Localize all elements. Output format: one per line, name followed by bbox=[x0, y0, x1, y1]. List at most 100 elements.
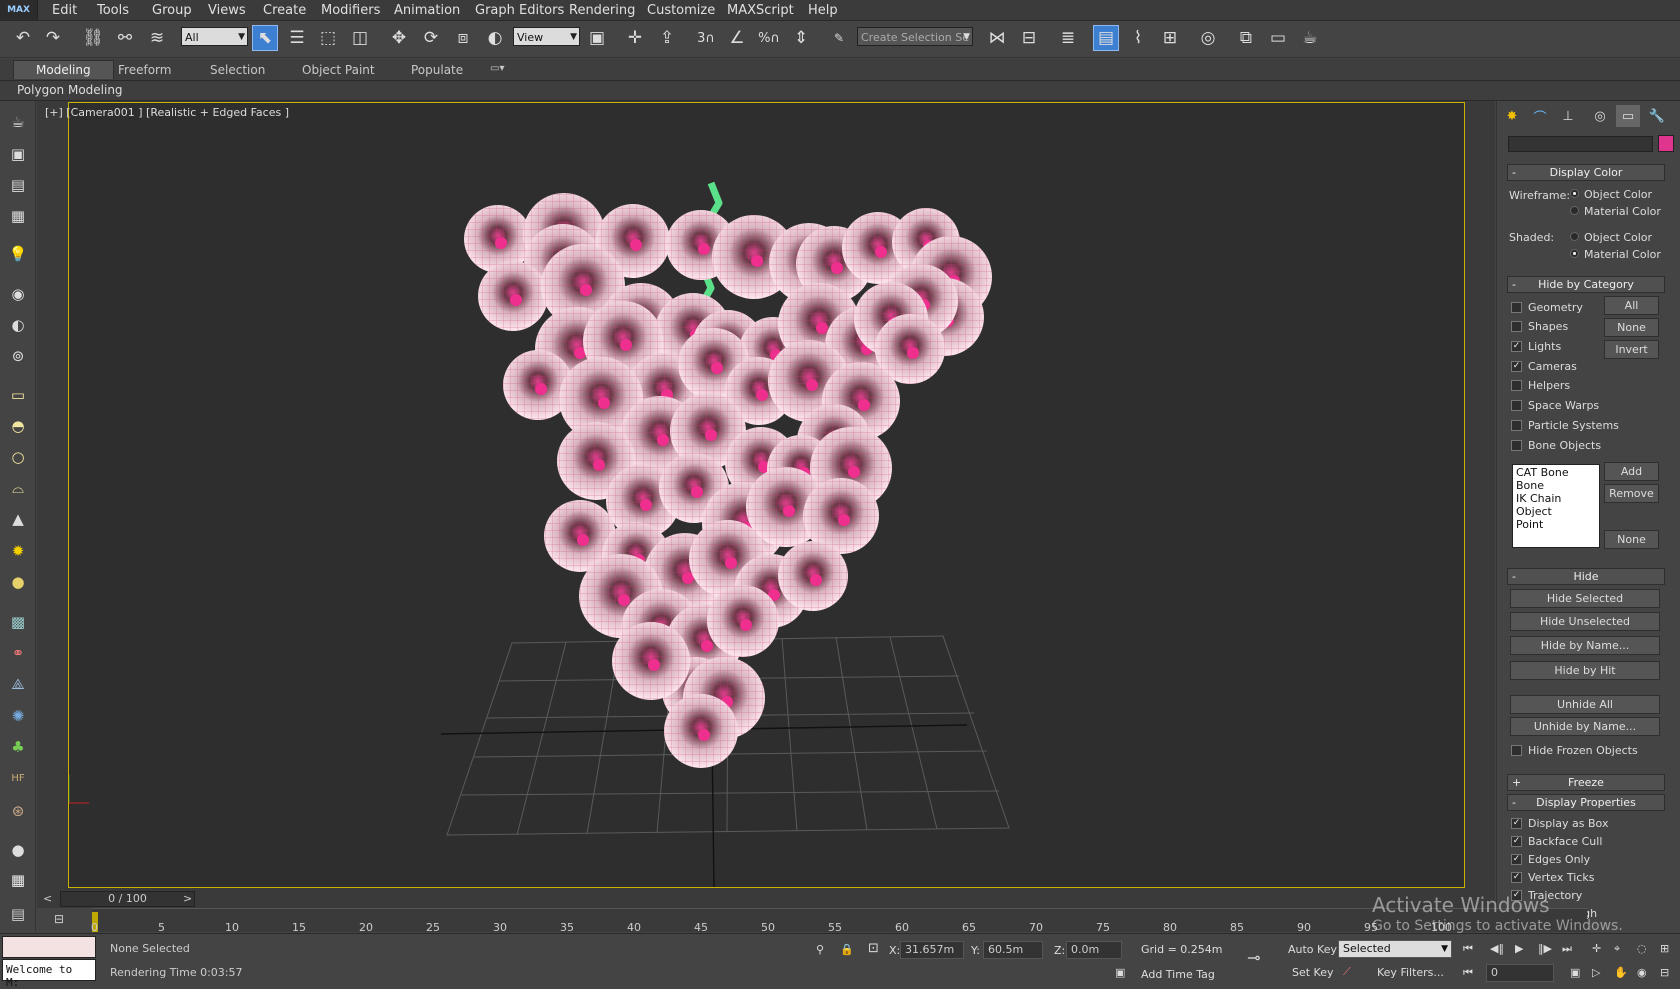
play-icon[interactable]: ▶ bbox=[1515, 942, 1523, 955]
current-frame-field[interactable]: 0 bbox=[1486, 964, 1554, 982]
go-to-start-icon[interactable]: ⏮ bbox=[1463, 942, 1473, 956]
category-checkbox-space-warps[interactable] bbox=[1511, 400, 1522, 411]
list-item[interactable]: IK Chain Object bbox=[1516, 492, 1596, 518]
grass-icon[interactable]: ♣ bbox=[7, 736, 29, 758]
grape[interactable] bbox=[478, 261, 548, 331]
render-production-icon[interactable]: ☕ bbox=[1297, 25, 1323, 51]
ball-icon[interactable]: ● bbox=[7, 571, 29, 593]
property-checkbox-backface-cull[interactable]: ✓ bbox=[1511, 836, 1522, 847]
render-setup-icon[interactable]: ⧉ bbox=[1233, 25, 1259, 51]
selection-filter-dropdown[interactable]: All ▼ bbox=[181, 27, 248, 46]
select-manipulate-icon[interactable]: ✛ bbox=[622, 25, 648, 51]
menu-modifiers[interactable]: Modifiers bbox=[321, 3, 380, 18]
menu-edit[interactable]: Edit bbox=[52, 3, 77, 18]
app-logo[interactable]: MAX bbox=[0, 0, 38, 20]
white-sphere-icon[interactable]: ● bbox=[7, 839, 29, 861]
redo-icon[interactable]: ↷ bbox=[40, 25, 66, 51]
category-checkbox-cameras[interactable]: ✓ bbox=[1511, 361, 1522, 372]
light-bulb-icon[interactable]: 💡 bbox=[7, 243, 29, 265]
category-checkbox-bone-objects[interactable] bbox=[1511, 440, 1522, 451]
grape[interactable] bbox=[664, 694, 738, 768]
globe-icon[interactable]: ✺ bbox=[7, 705, 29, 727]
select-object-icon[interactable]: ⬉ bbox=[252, 25, 278, 51]
unhide-by-name-button[interactable]: Unhide by Name... bbox=[1510, 717, 1660, 736]
modify-tab-icon[interactable]: ⌒ bbox=[1528, 105, 1552, 127]
spinner-snap-icon[interactable]: ⇕ bbox=[788, 25, 814, 51]
undo-icon[interactable]: ↶ bbox=[10, 25, 36, 51]
hide-rollout[interactable]: - Hide bbox=[1507, 568, 1665, 585]
tab-modeling[interactable]: Modeling bbox=[13, 60, 114, 79]
maxscript-listener-top[interactable] bbox=[2, 936, 96, 958]
auto-key-button[interactable]: Auto Key bbox=[1288, 943, 1337, 956]
hide-selected-button[interactable]: Hide Selected bbox=[1510, 589, 1660, 608]
place-icon[interactable]: ◐ bbox=[482, 25, 508, 51]
snaps-toggle-icon[interactable]: 3∩ bbox=[693, 25, 719, 51]
ribbon-options-icon[interactable]: ▭▾ bbox=[490, 63, 504, 74]
angle-snap-icon[interactable]: ∠ bbox=[724, 25, 750, 51]
tab-object-paint[interactable]: Object Paint bbox=[302, 63, 375, 77]
category-checkbox-helpers[interactable] bbox=[1511, 380, 1522, 391]
link-icon[interactable]: ⛓ bbox=[80, 25, 106, 51]
maxscript-listener[interactable]: Welcome to M: bbox=[2, 959, 96, 989]
named-selection-set-field[interactable]: Create Selection Se ▼ bbox=[857, 27, 973, 46]
select-by-name-icon[interactable]: ☰ bbox=[284, 25, 310, 51]
curve-editor-icon[interactable]: ⌇ bbox=[1125, 25, 1151, 51]
x-field[interactable]: 31.657m bbox=[900, 941, 964, 959]
shaded-object-color-radio[interactable] bbox=[1570, 232, 1579, 241]
time-tag-icon[interactable]: ▣ bbox=[1115, 966, 1125, 979]
list-item[interactable]: CAT Bone bbox=[1516, 466, 1596, 479]
absolute-mode-icon[interactable]: ⊡ bbox=[868, 941, 879, 956]
tab-populate[interactable]: Populate bbox=[411, 63, 463, 77]
viewport-label[interactable]: [+] [Camera001 ] [Realistic + Edged Face… bbox=[45, 106, 289, 119]
cone-icon[interactable]: ▲ bbox=[7, 508, 29, 530]
hierarchy-tab-icon[interactable]: ⊥ bbox=[1556, 105, 1580, 127]
freeze-rollout[interactable]: + Freeze bbox=[1507, 774, 1665, 791]
add-time-tag[interactable]: Add Time Tag bbox=[1141, 968, 1215, 981]
create-tab-icon[interactable]: ✸ bbox=[1500, 105, 1524, 127]
document-icon[interactable]: ▤ bbox=[7, 174, 29, 196]
next-frame-icon[interactable]: ‖▶ bbox=[1538, 942, 1552, 955]
keyboard-shortcut-override-icon[interactable]: ⇪ bbox=[654, 25, 680, 51]
scale-icon[interactable]: ⧈ bbox=[450, 25, 476, 51]
display-properties-rollout[interactable]: - Display Properties bbox=[1507, 794, 1665, 811]
time-config-icon[interactable]: ▣ bbox=[1570, 966, 1580, 979]
grape[interactable] bbox=[707, 585, 779, 657]
hide-by-name-button[interactable]: Hide by Name... bbox=[1510, 636, 1660, 655]
category-invert-button[interactable]: Invert bbox=[1604, 340, 1659, 359]
previous-frame-icon[interactable]: ◀‖ bbox=[1490, 942, 1504, 955]
tab-selection[interactable]: Selection bbox=[210, 63, 265, 77]
category-all-button[interactable]: All bbox=[1604, 296, 1659, 315]
camera-icon[interactable]: ◉ bbox=[7, 283, 29, 305]
unlink-icon[interactable]: ⚯ bbox=[112, 25, 138, 51]
menu-customize[interactable]: Customize bbox=[647, 3, 715, 18]
time-slider[interactable]: 0 / 100 bbox=[60, 891, 195, 907]
checker-icon[interactable]: ▦ bbox=[7, 869, 29, 891]
layer-explorer-icon[interactable]: ≣ bbox=[1055, 25, 1081, 51]
list-item[interactable]: Point bbox=[1516, 518, 1596, 531]
table-icon[interactable]: ▦ bbox=[7, 205, 29, 227]
window-crossing-icon[interactable]: ◫ bbox=[347, 25, 373, 51]
menu-animation[interactable]: Animation bbox=[394, 3, 460, 18]
orbit-icon[interactable]: ◐ bbox=[7, 314, 29, 336]
rectangular-selection-icon[interactable]: ⬚ bbox=[315, 25, 341, 51]
plane-icon[interactable]: ▭ bbox=[7, 384, 29, 406]
menu-maxscript[interactable]: MAXScript bbox=[727, 3, 794, 18]
unhide-all-button[interactable]: Unhide All bbox=[1510, 695, 1660, 714]
basket-icon[interactable]: ⌓ bbox=[7, 477, 29, 499]
property-checkbox-display-as-box[interactable]: ✓ bbox=[1511, 818, 1522, 829]
category-list[interactable]: CAT Bone Bone IK Chain Object Point bbox=[1512, 464, 1600, 548]
bind-spacewarp-icon[interactable]: ≋ bbox=[144, 25, 170, 51]
toggle-ribbon-icon[interactable]: ▤ bbox=[1093, 25, 1119, 51]
isolate-icon[interactable]: ⚲ bbox=[816, 943, 824, 956]
percent-snap-icon[interactable]: %∩ bbox=[756, 25, 782, 51]
zoom-all-icon[interactable]: ⌖ bbox=[1614, 942, 1620, 956]
category-checkbox-particle-systems[interactable] bbox=[1511, 420, 1522, 431]
category-checkbox-lights[interactable]: ✓ bbox=[1511, 341, 1522, 352]
polygon-modeling-panel[interactable]: Polygon Modeling bbox=[17, 83, 123, 97]
orbit-nav-icon[interactable]: ◌ bbox=[1637, 942, 1647, 955]
menu-graph-editors[interactable]: Graph Editors bbox=[475, 3, 564, 18]
category-add-button[interactable]: Add bbox=[1604, 462, 1659, 481]
lock-icon[interactable]: 🔒 bbox=[840, 943, 854, 956]
dome-icon[interactable]: ◓ bbox=[7, 415, 29, 437]
rotate-icon[interactable]: ⟳ bbox=[418, 25, 444, 51]
